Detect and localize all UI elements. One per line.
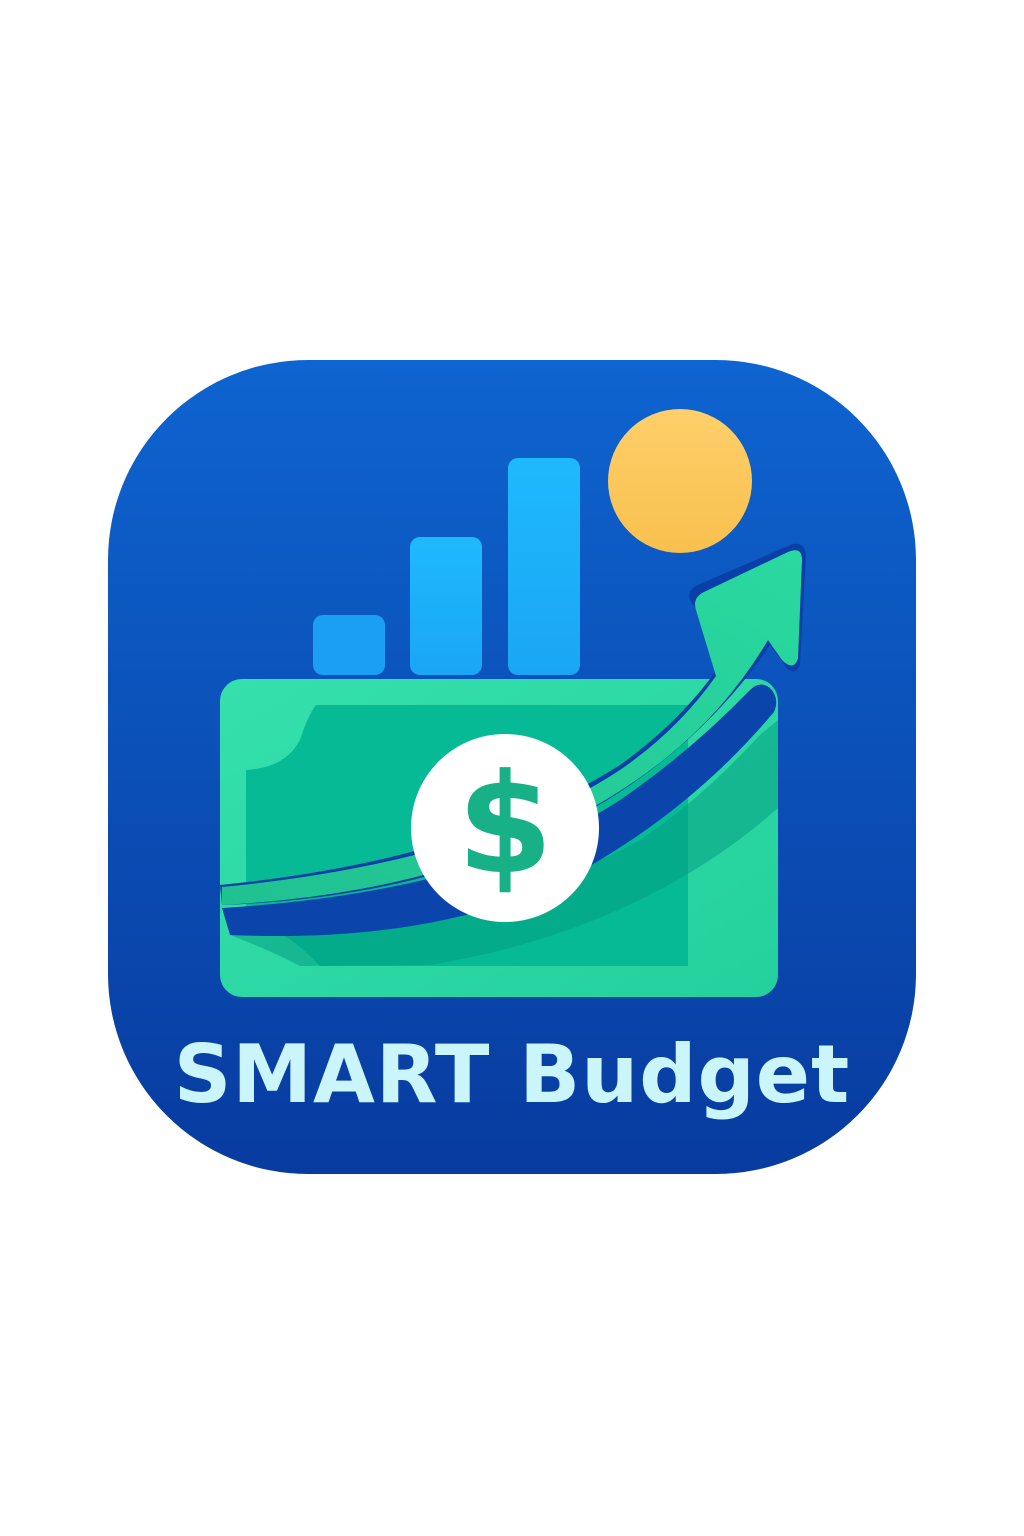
app-icon[interactable]: $ <box>0 0 1024 1536</box>
chart-bar <box>313 615 385 675</box>
chart-bar <box>508 458 580 675</box>
dollar-sign-icon: $ <box>411 734 599 922</box>
page: $ SMART Budget <box>0 0 1024 1536</box>
svg-text:$: $ <box>457 744 553 905</box>
app-name: SMART Budget <box>173 1028 851 1121</box>
chart-bar <box>410 537 482 675</box>
coin-icon <box>608 409 752 553</box>
